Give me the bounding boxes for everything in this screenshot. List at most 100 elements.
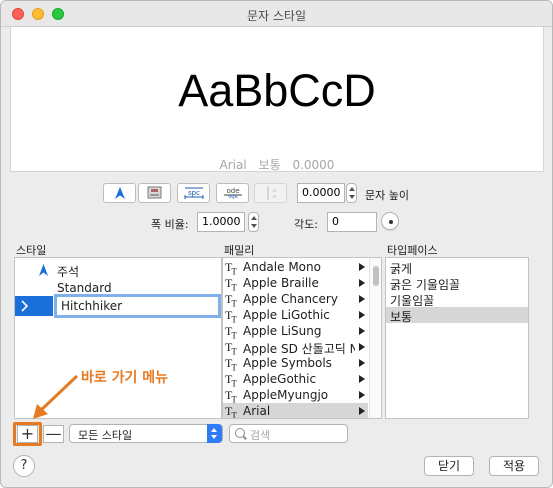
family-list[interactable]: TT Andale Mono TT Apple Braille TT Apple Ch… <box>222 257 382 419</box>
chevron-updown-icon <box>207 424 222 443</box>
family-item-selected[interactable]: TT Arial <box>223 403 368 419</box>
family-item-label: Arial <box>243 404 271 418</box>
family-item[interactable]: TT Apple LiGothic <box>223 307 368 325</box>
text-background-button[interactable] <box>138 183 171 203</box>
truetype-icon: TT <box>225 372 237 389</box>
typeface-column-header: 타입페이스 <box>387 244 438 257</box>
text-height-stepper[interactable] <box>346 183 357 203</box>
submenu-arrow-icon <box>359 359 365 367</box>
preview-sample-text: AaBbCcD <box>178 65 376 116</box>
style-item-label: 주석 <box>57 265 80 279</box>
angle-label: 각도: <box>294 218 318 231</box>
typeface-item[interactable]: 굵게 <box>386 259 528 276</box>
submenu-arrow-icon <box>359 279 365 287</box>
preview-font-name: Arial <box>219 158 247 172</box>
oblique-text-button[interactable]: ode ode <box>216 183 249 203</box>
oblique-icon: odeode <box>223 187 242 199</box>
family-item[interactable]: TTApple SD 산돌고딕 N... <box>223 339 368 357</box>
submenu-arrow-icon <box>359 391 365 399</box>
submenu-arrow-icon <box>359 343 365 351</box>
submenu-arrow-icon <box>359 375 365 383</box>
truetype-icon: TT <box>225 388 237 405</box>
style-item-annotative[interactable]: 주석 <box>15 261 221 279</box>
apply-button[interactable]: 적용 <box>489 456 539 476</box>
annotative-toggle-button[interactable] <box>103 183 136 203</box>
truetype-icon: TT <box>225 356 237 373</box>
style-filter-value: 모든 스타일 <box>78 429 133 442</box>
search-icon <box>235 428 245 438</box>
search-placeholder: 검색 <box>250 429 271 442</box>
family-item[interactable]: TT AppleMyungjo <box>223 387 368 405</box>
shortcut-menu-annotation: 바로 가기 메뉴 <box>81 370 169 386</box>
family-item-label: Andale Mono <box>243 260 321 274</box>
style-name-edit-field[interactable]: Hitchhiker <box>54 294 221 318</box>
width-factor-field[interactable]: 1.0000 <box>197 212 245 232</box>
family-item[interactable]: TT AppleGothic <box>223 371 368 389</box>
width-factor-label: 폭 비율: <box>151 218 189 231</box>
search-input[interactable]: 검색 <box>229 424 348 443</box>
preview-font-weight: 보통 <box>258 158 281 172</box>
style-filter-dropdown[interactable]: 모든 스타일 <box>69 424 223 443</box>
submenu-arrow-icon <box>359 327 365 335</box>
svg-text:spc: spc <box>188 189 200 197</box>
style-item-label: Standard <box>57 281 112 295</box>
background-mask-icon <box>147 186 161 199</box>
preview-text-height: 0.0000 <box>292 158 335 172</box>
close-button[interactable]: 닫기 <box>424 456 474 476</box>
submenu-arrow-icon <box>359 407 365 415</box>
svg-text:ode: ode <box>228 193 237 199</box>
family-item[interactable]: TT Apple Chancery <box>223 291 368 309</box>
text-preview-panel: AaBbCcD Arial 보통 0.0000 <box>10 27 544 172</box>
window-title: 문자 스타일 <box>246 9 306 23</box>
typeface-item[interactable]: 기울임꼴 <box>386 291 528 308</box>
truetype-icon: TT <box>225 276 237 293</box>
annotative-icon <box>114 187 125 199</box>
family-item-label: Apple LiGothic <box>243 308 330 322</box>
truetype-icon: TT <box>225 324 237 341</box>
add-style-button[interactable]: + <box>17 425 38 443</box>
family-list-scroll-thumb[interactable] <box>373 266 379 286</box>
typeface-list[interactable]: 굵게 굵은 기울임꼴 기울임꼴 보통 <box>385 257 529 419</box>
style-column-header: 스타일 <box>16 244 47 257</box>
family-item[interactable]: TT Apple LiSung <box>223 323 368 341</box>
typeface-item[interactable]: 굵은 기울임꼴 <box>386 275 528 292</box>
spacing-icon: spc <box>184 187 203 199</box>
title-bar[interactable]: 문자 스타일 <box>1 1 552 27</box>
vertical-text-button[interactable]: ae <box>254 183 287 203</box>
truetype-icon: TT <box>225 308 237 325</box>
truetype-icon: TT <box>225 340 237 357</box>
selected-style-indicator <box>15 296 53 316</box>
chevron-right-icon <box>21 300 29 312</box>
help-button[interactable]: ? <box>13 455 35 477</box>
family-item[interactable]: TT Apple Braille <box>223 275 368 293</box>
family-item-label: Apple Braille <box>243 276 319 290</box>
family-item[interactable]: TT Apple Symbols <box>223 355 368 373</box>
typeface-item-selected[interactable]: 보통 <box>386 307 528 324</box>
annotative-icon <box>39 264 48 276</box>
truetype-icon: TT <box>225 404 237 419</box>
vertical-text-icon: ae <box>267 186 276 200</box>
family-item-label: Apple Symbols <box>243 356 332 370</box>
angle-field[interactable]: 0 <box>327 212 377 232</box>
remove-style-button[interactable]: — <box>43 425 64 443</box>
submenu-arrow-icon <box>359 311 365 319</box>
submenu-arrow-icon <box>359 295 365 303</box>
family-item-label: AppleMyungjo <box>243 388 329 402</box>
family-item-label: Apple LiSung <box>243 324 322 338</box>
family-item-label: AppleGothic <box>243 372 317 386</box>
svg-text:e: e <box>273 194 276 200</box>
truetype-icon: TT <box>225 292 237 309</box>
family-item[interactable]: TT Andale Mono <box>223 259 368 277</box>
angle-dial[interactable] <box>381 212 399 230</box>
spacing-button[interactable]: spc <box>177 183 210 203</box>
submenu-arrow-icon <box>359 263 365 271</box>
text-height-field[interactable]: 0.0000 <box>297 183 345 203</box>
family-column-header: 패밀리 <box>224 244 255 257</box>
annotation-arrow-icon <box>33 374 79 419</box>
text-style-window: 문자 스타일 AaBbCcD Arial 보통 0.0000 spc ode od… <box>0 0 553 488</box>
text-height-label: 문자 높이 <box>365 189 409 202</box>
preview-font-info: Arial 보통 0.0000 <box>11 156 543 173</box>
width-factor-stepper[interactable] <box>248 212 259 232</box>
truetype-icon: TT <box>225 260 237 277</box>
family-item-label: Apple Chancery <box>243 292 338 306</box>
